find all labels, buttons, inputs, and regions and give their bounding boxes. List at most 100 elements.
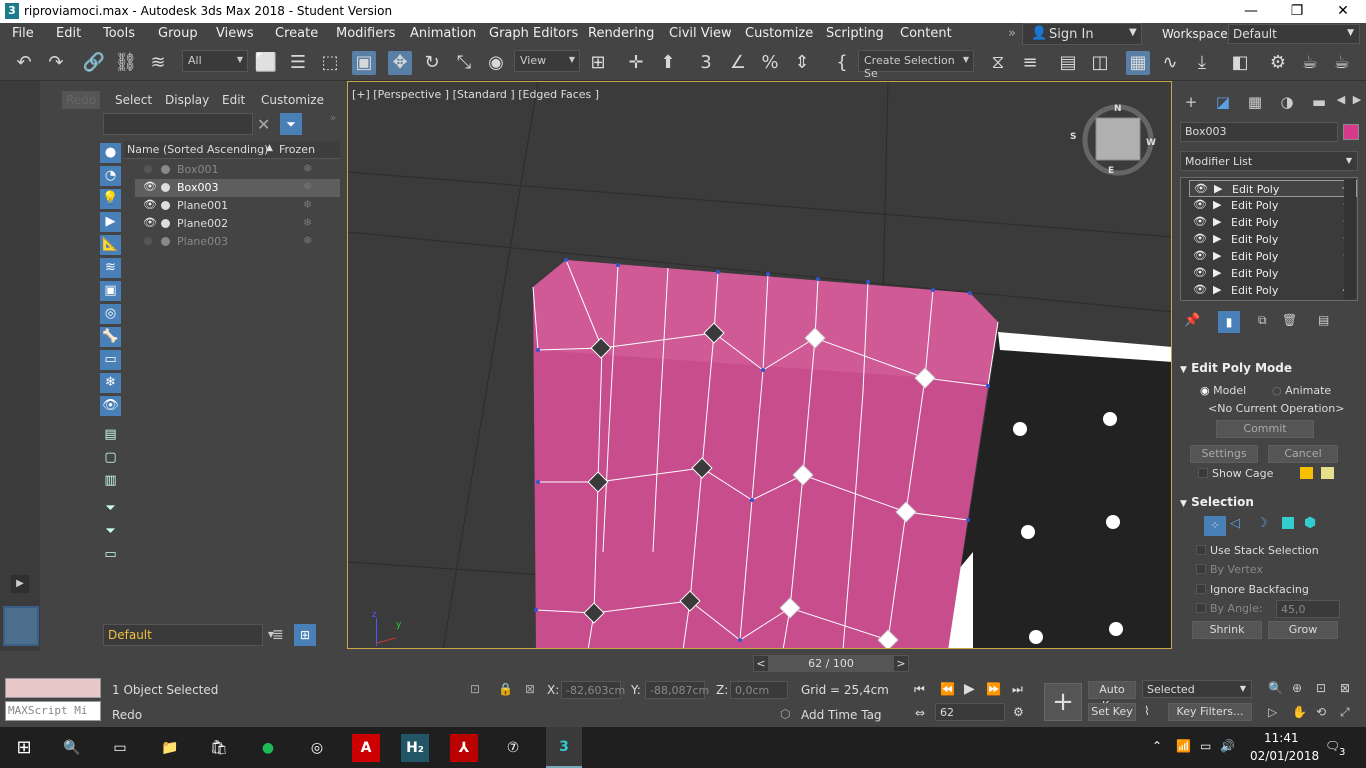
- toggle-ribbon-icon[interactable]: ▦: [1126, 51, 1150, 75]
- time-config-icon[interactable]: ⚙: [1013, 705, 1024, 719]
- search-icon[interactable]: 🔍: [58, 734, 86, 762]
- key-tangent-icon[interactable]: ⌇: [1144, 704, 1150, 718]
- display-hidden-icon[interactable]: 👁: [100, 396, 121, 416]
- show-cage-checkbox[interactable]: Show Cage: [1198, 467, 1273, 480]
- y-coordinate-field[interactable]: -88,087cm: [645, 681, 709, 699]
- keyboard-shortcut-icon[interactable]: ⬆: [656, 51, 680, 75]
- menu-modifiers[interactable]: Modifiers: [336, 26, 395, 41]
- scene-row[interactable]: ● Plane003 ❄: [135, 233, 340, 251]
- shrink-button[interactable]: Shrink: [1192, 621, 1262, 639]
- autocad-icon[interactable]: A: [352, 734, 380, 762]
- layers-icon[interactable]: ≣: [272, 627, 284, 643]
- expand-triangle-icon[interactable]: ▶: [1213, 215, 1221, 228]
- battery-icon[interactable]: ▭: [1200, 739, 1211, 753]
- h2-icon[interactable]: H₂: [401, 734, 429, 762]
- next-key-icon[interactable]: ⏩: [986, 682, 1001, 696]
- display-tab-icon[interactable]: ▬: [1308, 93, 1330, 113]
- menu-graph-editors[interactable]: Graph Editors: [489, 26, 578, 41]
- window-crossing-icon[interactable]: ▣: [352, 51, 376, 75]
- undo-icon[interactable]: ↶: [12, 51, 36, 75]
- menu-scripting[interactable]: Scripting: [826, 26, 884, 41]
- expand-triangle-icon[interactable]: ▶: [1213, 249, 1221, 262]
- orbit-icon[interactable]: ⟲: [1316, 705, 1326, 719]
- angle-spinner[interactable]: 45,0: [1276, 600, 1340, 618]
- z-coordinate-field[interactable]: 0,0cm: [730, 681, 788, 699]
- settings-button[interactable]: Settings: [1190, 445, 1258, 463]
- col-name[interactable]: Name (Sorted Ascending): [127, 143, 268, 156]
- polygon-mode-icon[interactable]: [1282, 517, 1294, 529]
- clear-search-icon[interactable]: ✕: [257, 115, 270, 134]
- render-dot-icon[interactable]: [161, 237, 170, 246]
- edge-mode-icon[interactable]: ◁: [1230, 516, 1240, 531]
- animate-radio[interactable]: ○ Animate: [1272, 384, 1331, 397]
- eye-icon[interactable]: 👁: [1193, 215, 1207, 228]
- eye-icon[interactable]: 👁: [1193, 283, 1207, 296]
- select-manipulate-icon[interactable]: ✛: [624, 51, 648, 75]
- show-end-result-icon[interactable]: ▮: [1218, 311, 1240, 333]
- spotify-icon[interactable]: ●: [254, 734, 282, 762]
- snowflake-icon[interactable]: ❄: [303, 234, 312, 247]
- stack-item[interactable]: 👁▶Edit Poly◁: [1189, 282, 1357, 299]
- remove-modifier-icon[interactable]: 🗑: [1282, 313, 1297, 327]
- viewport-layout-icon[interactable]: [3, 606, 39, 646]
- menu-edit[interactable]: Edit: [56, 26, 81, 41]
- selection-filter-dropdown[interactable]: All ▼: [182, 50, 248, 72]
- rollout-selection[interactable]: ▼ Selection: [1180, 495, 1352, 509]
- render-setup-icon[interactable]: ⚙: [1266, 51, 1290, 75]
- display-frozen-icon[interactable]: ❄: [100, 373, 121, 393]
- unlink-icon[interactable]: ⛓: [114, 51, 138, 75]
- lock-selection-icon[interactable]: 🔒: [498, 682, 513, 696]
- panel-pin-icon[interactable]: »: [330, 113, 336, 124]
- pin-stack-icon[interactable]: 📌: [1184, 313, 1200, 328]
- element-mode-icon[interactable]: ⬢: [1304, 515, 1316, 531]
- rendered-frame-icon[interactable]: ☕: [1298, 51, 1322, 75]
- display-invert-icon[interactable]: ▥: [100, 471, 121, 491]
- store-icon[interactable]: 🛍: [205, 734, 233, 762]
- folder-icon[interactable]: ▭: [100, 545, 121, 565]
- display-none-icon[interactable]: ▢: [100, 448, 121, 468]
- modifier-list-dropdown[interactable]: Modifier List ▼: [1180, 151, 1358, 171]
- menu-rendering[interactable]: Rendering: [588, 26, 654, 41]
- expand-triangle-icon[interactable]: ▶: [1213, 232, 1221, 245]
- cancel-button[interactable]: Cancel: [1268, 445, 1338, 463]
- ignore-backfacing-checkbox[interactable]: Ignore Backfacing: [1196, 583, 1309, 596]
- file-explorer-icon[interactable]: 📁: [156, 734, 184, 762]
- clock-time[interactable]: 11:41: [1264, 731, 1299, 745]
- named-selection-dropdown[interactable]: Create Selection Se ▼: [858, 50, 974, 80]
- commit-button[interactable]: Commit: [1216, 420, 1314, 438]
- layer-explorer-icon[interactable]: ◫: [1088, 51, 1112, 75]
- edit-named-selection-icon[interactable]: {: [830, 51, 854, 75]
- select-rotate-icon[interactable]: ↻: [420, 51, 444, 75]
- cage-selected-color-swatch[interactable]: [1321, 467, 1334, 479]
- scene-row[interactable]: ● Box001 ❄: [135, 161, 340, 179]
- stack-item[interactable]: 👁▶Edit Poly⁘: [1189, 214, 1357, 231]
- place-icon[interactable]: ◉: [484, 51, 508, 75]
- create-tab-icon[interactable]: +: [1180, 93, 1202, 113]
- scene-row[interactable]: 👁 Plane001 ❄: [135, 197, 340, 215]
- render-dot-icon[interactable]: [161, 201, 170, 210]
- viewcube[interactable]: [1083, 104, 1153, 174]
- filter-children-icon[interactable]: ⏷: [100, 522, 121, 542]
- eye-icon[interactable]: 👁: [1193, 198, 1207, 211]
- select-move-icon[interactable]: ✥: [388, 51, 412, 75]
- expand-arrow-icon[interactable]: ▶: [11, 575, 29, 593]
- use-stack-selection-checkbox[interactable]: Use Stack Selection: [1196, 544, 1319, 557]
- schematic-view-icon[interactable]: ⤓: [1190, 51, 1214, 75]
- eye-icon[interactable]: 👁: [1194, 182, 1208, 195]
- select-scale-icon[interactable]: ⤡: [452, 51, 476, 75]
- tab-display[interactable]: Display: [165, 93, 209, 107]
- stack-item-selected[interactable]: 👁▶Edit Poly⁘: [1189, 180, 1357, 197]
- render-production-icon[interactable]: ☕: [1330, 51, 1354, 75]
- maxscript-listener-pink[interactable]: [5, 678, 101, 698]
- bind-spacewarp-icon[interactable]: ≋: [146, 51, 170, 75]
- display-spacewarps-icon[interactable]: ≋: [100, 258, 121, 278]
- eye-icon[interactable]: 👁: [1193, 266, 1207, 279]
- maximize-button[interactable]: ❐: [1274, 0, 1320, 23]
- clock-date[interactable]: 02/01/2018: [1250, 749, 1319, 763]
- scene-row-selected[interactable]: 👁 Box003 ❄: [135, 179, 340, 197]
- menu-animation[interactable]: Animation: [410, 26, 476, 41]
- render-dot-icon[interactable]: [161, 219, 170, 228]
- display-helpers-icon[interactable]: 📐: [100, 235, 121, 255]
- filter-clear-icon[interactable]: ⏷: [100, 499, 121, 519]
- snaps-toggle-icon[interactable]: 3: [694, 51, 718, 75]
